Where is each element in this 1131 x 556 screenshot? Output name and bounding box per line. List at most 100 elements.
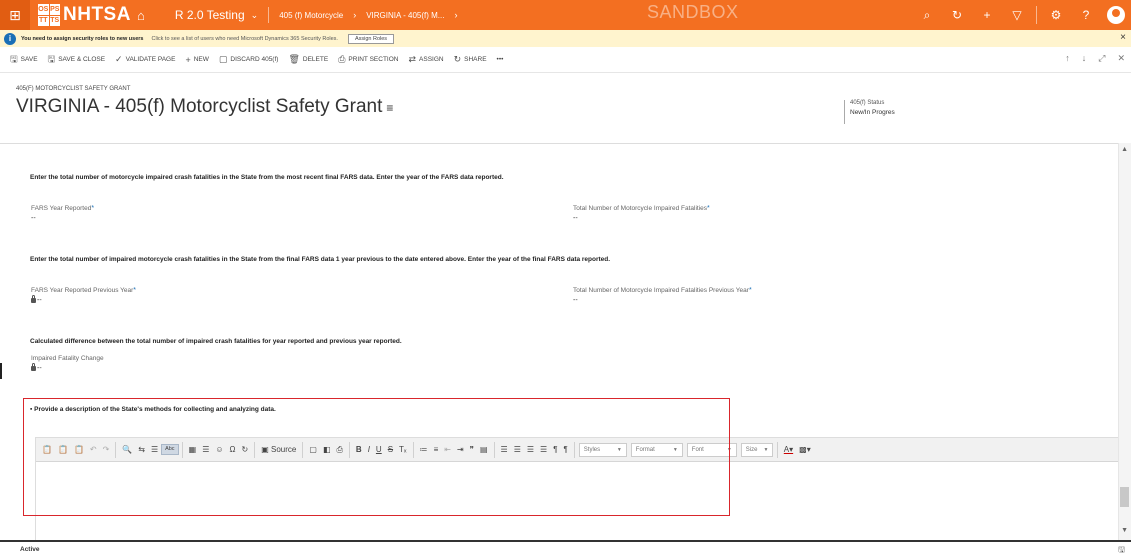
assign-roles-button[interactable]: Assign Roles	[347, 33, 395, 44]
notification-bar: i You need to assign security roles to n…	[0, 30, 1131, 47]
highlight-box	[23, 398, 730, 516]
logo-mark-cell: TT	[38, 15, 49, 26]
assign-label: ASSIGN	[419, 56, 444, 63]
logo-mark-cell: OS	[38, 4, 49, 15]
trash-icon: 🗑	[288, 54, 300, 64]
save-label: SAVE	[20, 56, 38, 63]
history-icon[interactable]: ↻	[942, 8, 972, 22]
plus-icon: +	[185, 54, 191, 65]
delete-button[interactable]: 🗑 DELETE	[288, 54, 328, 65]
logo-text: NHTSA	[63, 4, 131, 25]
notification-main-text: You need to assign security roles to new…	[21, 35, 144, 42]
search-icon[interactable]: ⌕	[912, 8, 942, 23]
delete-label: DELETE	[302, 56, 329, 63]
total-fatalities-prev-label: Total Number of Motorcycle Impaired Fata…	[573, 287, 752, 294]
print-icon: ⎙	[338, 54, 346, 64]
home-icon[interactable]: ⌂	[137, 8, 145, 23]
validate-label: VALIDATE PAGE	[125, 56, 176, 63]
print-label: PRINT SECTION	[348, 56, 399, 63]
filter-icon[interactable]: ▽	[1002, 8, 1032, 22]
save-close-icon: 🖫	[47, 53, 56, 64]
logo-mark: OS PS TT TS	[38, 4, 60, 26]
app-launcher-icon[interactable]: ⊞	[0, 0, 30, 30]
nav-divider	[1036, 6, 1037, 24]
nav-divider	[268, 7, 270, 23]
section4-instruction-text: Provide a description of the State's met…	[34, 406, 276, 413]
breadcrumb-entity[interactable]: 405 (f) Motorcycle	[279, 11, 343, 20]
fars-year-label: FARS Year Reported*	[31, 205, 94, 212]
total-fatalities-field[interactable]: --	[573, 215, 578, 222]
close-record-icon[interactable]: ✕	[1117, 53, 1125, 64]
sandbox-label: SANDBOX	[647, 2, 739, 22]
section-marker	[0, 363, 2, 379]
expand-icon[interactable]: ⤢	[1098, 53, 1105, 64]
chevron-down-icon[interactable]: ⌄	[251, 10, 259, 21]
fars-year-prev-value: --	[37, 297, 42, 304]
bg-color-icon[interactable]: ▩▾	[796, 445, 814, 454]
add-icon[interactable]: +	[972, 8, 1002, 22]
section1-instruction: Enter the total number of motorcycle imp…	[30, 174, 504, 181]
text-color-icon[interactable]: A▾	[781, 445, 796, 454]
scroll-thumb[interactable]	[1120, 487, 1129, 507]
arrow-up-icon[interactable]: ↑	[1065, 53, 1070, 64]
required-marker: *	[707, 205, 710, 212]
nhtsa-logo: OS PS TT TS NHTSA	[38, 0, 131, 30]
settings-icon[interactable]: ⚙	[1041, 8, 1071, 22]
notification-link[interactable]: Click to see a list of users who need Mi…	[151, 36, 337, 42]
arrow-down-icon[interactable]: ↓	[1082, 53, 1087, 64]
fars-year-prev-label-text: FARS Year Reported Previous Year	[31, 287, 134, 294]
save-icon: 🖫	[10, 53, 18, 64]
lock-icon	[31, 363, 36, 371]
record-title-text: VIRGINIA - 405(f) Motorcyclist Safety Gr…	[16, 96, 383, 117]
save-close-button[interactable]: 🖫 SAVE & CLOSE	[48, 52, 106, 68]
lock-icon	[31, 295, 36, 303]
new-label: NEW	[193, 56, 209, 63]
size-dropdown[interactable]: Size ▼	[740, 442, 773, 457]
form-selector-icon[interactable]: ≡	[386, 101, 393, 115]
discard-icon: ▢	[218, 54, 228, 64]
chevron-right-icon: ›	[353, 10, 357, 20]
impaired-change-value: --	[37, 365, 42, 372]
form-scrollbar[interactable]	[1118, 143, 1131, 540]
section4-instruction: ▪ Provide a description of the State's m…	[30, 406, 276, 413]
fars-year-prev-field: --	[31, 295, 42, 304]
user-avatar[interactable]	[1107, 6, 1125, 24]
help-icon[interactable]: ?	[1071, 8, 1101, 22]
print-section-button[interactable]: ⎙ PRINT SECTION	[338, 54, 398, 65]
fars-year-field[interactable]: --	[31, 215, 36, 222]
scroll-down-icon[interactable]: ▼	[1121, 527, 1128, 534]
close-icon[interactable]: ×	[1120, 32, 1126, 43]
share-button[interactable]: ↻ SHARE	[454, 54, 487, 65]
total-fatalities-label-text: Total Number of Motorcycle Impaired Fata…	[573, 205, 708, 212]
size-label: Size	[745, 446, 758, 453]
discard-label: DISCARD 405(f)	[230, 56, 279, 63]
assign-button[interactable]: ⇄ ASSIGN	[408, 54, 443, 65]
status-value: New/In Progres	[850, 109, 895, 116]
scroll-up-icon[interactable]: ▲	[1121, 146, 1128, 153]
more-commands-button[interactable]: •••	[497, 56, 504, 63]
share-icon: ↻	[453, 54, 462, 64]
fars-year-label-text: FARS Year Reported	[31, 205, 92, 212]
status-bar: Active 🖫	[0, 540, 1131, 556]
total-fatalities-prev-label-text: Total Number of Motorcycle Impaired Fata…	[573, 287, 749, 294]
impaired-change-field: --	[31, 363, 42, 372]
discard-button[interactable]: ▢ DISCARD 405(f)	[219, 54, 279, 65]
total-fatalities-prev-field[interactable]: --	[573, 297, 578, 304]
logo-mark-cell: TS	[49, 15, 60, 26]
save-status-icon[interactable]: 🖫	[1118, 544, 1125, 556]
breadcrumb-record[interactable]: VIRGINIA - 405(f) M...	[366, 11, 444, 20]
top-navigation-bar: ⊞ OS PS TT TS NHTSA ⌂ R 2.0 Testing ⌄ 40…	[0, 0, 1131, 30]
page-title: VIRGINIA - 405(f) Motorcyclist Safety Gr…	[16, 96, 393, 118]
save-button[interactable]: 🖫 SAVE	[10, 52, 38, 68]
new-button[interactable]: + NEW	[185, 55, 208, 65]
chevron-right-icon[interactable]: ›	[454, 10, 457, 20]
impaired-change-label: Impaired Fatality Change	[31, 355, 104, 362]
app-title[interactable]: R 2.0 Testing	[175, 8, 245, 22]
share-label: SHARE	[464, 56, 487, 63]
validate-page-button[interactable]: ✓ VALIDATE PAGE	[115, 54, 175, 65]
color-group: A▾ ▩▾	[776, 441, 817, 458]
command-bar: 🖫 SAVE 🖫 SAVE & CLOSE ✓ VALIDATE PAGE + NEW …	[0, 47, 1131, 73]
total-fatalities-label: Total Number of Motorcycle Impaired Fata…	[573, 205, 710, 212]
record-nav-tools: ↑ ↓ ⤢ ✕	[1053, 53, 1125, 64]
more-label: •••	[496, 56, 504, 63]
